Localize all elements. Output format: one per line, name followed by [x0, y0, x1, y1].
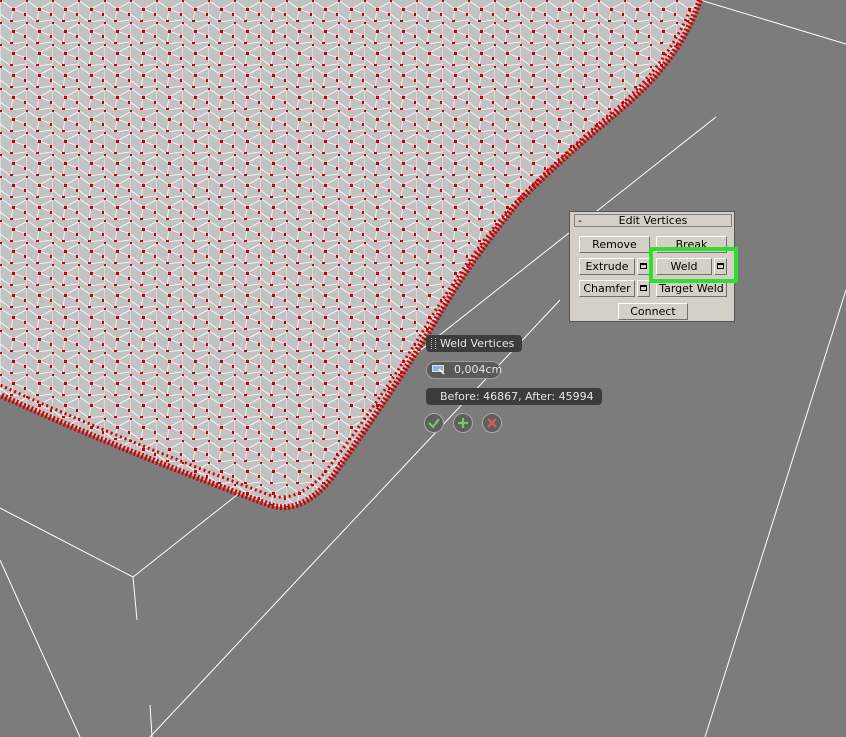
chamfer-settings-button[interactable] [637, 280, 650, 297]
threshold-icon [432, 365, 445, 375]
settings-icon [640, 263, 647, 269]
rollout-header[interactable]: - Edit Vertices [574, 214, 732, 227]
rollout-title: Edit Vertices [618, 214, 688, 227]
caddy-title-text: Weld Vertices [440, 337, 515, 350]
chamfer-button[interactable]: Chamfer [579, 280, 635, 297]
apply-and-continue-icon [458, 418, 468, 428]
ok-icon [428, 418, 440, 429]
viewport[interactable] [0, 0, 846, 737]
ok-button[interactable] [424, 413, 444, 433]
remove-button[interactable]: Remove [579, 236, 650, 253]
weld-vertex-count-info: Before: 46867, After: 45994 [426, 388, 602, 405]
connect-button[interactable]: Connect [618, 303, 688, 320]
weld-caddy-title[interactable]: Weld Vertices [426, 335, 523, 352]
settings-icon [640, 285, 647, 291]
collapse-icon[interactable]: - [578, 215, 582, 226]
threshold-value[interactable]: 0,004cm [454, 362, 502, 378]
vertex-count-text: Before: 46867, After: 45994 [440, 390, 594, 403]
cancel-button[interactable] [482, 413, 502, 433]
extrude-button[interactable]: Extrude [579, 258, 635, 275]
drag-grip-icon[interactable] [431, 338, 436, 349]
weld-highlight-box [649, 247, 738, 283]
cancel-icon [487, 418, 497, 428]
weld-threshold-field[interactable]: 0,004cm [426, 361, 502, 379]
apply-and-continue-button[interactable] [453, 413, 473, 433]
